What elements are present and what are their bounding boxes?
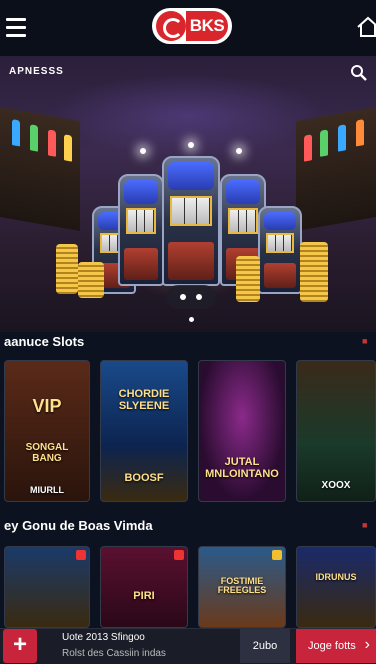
coin-stack — [300, 242, 328, 302]
coin-stack — [78, 262, 104, 298]
game-art-text: FOSTIMIE FREEGLES — [217, 576, 267, 596]
new-badge — [76, 550, 86, 560]
slot-machine — [118, 174, 164, 286]
game-art-text: JUTAL MNLOINTANO — [205, 456, 279, 480]
bottle — [304, 134, 312, 162]
section-more-icon[interactable]: ■ — [362, 520, 374, 530]
game-art-subtext: SONGAL BANG — [25, 442, 69, 464]
section-more-icon[interactable]: ■ — [362, 336, 374, 346]
carousel-indicator-dot[interactable] — [189, 317, 194, 322]
hero-banner[interactable]: APNESSS — [0, 56, 376, 332]
game-card[interactable]: PIRI — [100, 546, 188, 628]
bottom-bar: + Uote 2013 Sfingoo Rolst des Cassiin in… — [0, 628, 376, 664]
new-badge — [272, 550, 282, 560]
top-bar: BKS — [0, 0, 376, 56]
light — [140, 148, 146, 154]
promo-text-line2: Rolst des Cassiin indas — [62, 648, 166, 659]
search-icon-svg — [351, 65, 367, 81]
game-card[interactable]: FOSTIMIE FREEGLES — [198, 546, 286, 628]
game-art-text: VIP — [32, 396, 62, 416]
add-button[interactable]: + — [3, 629, 37, 663]
bottle — [338, 124, 346, 152]
secondary-button[interactable]: 2ubo — [240, 629, 290, 663]
bar-shelf-right — [296, 106, 376, 232]
bottle — [48, 129, 56, 157]
bottle — [12, 119, 20, 147]
game-card[interactable]: CHORDIE SLYEENE BOOSF — [100, 360, 188, 502]
search-icon[interactable] — [350, 64, 368, 82]
cta-button[interactable]: Joge fotts — [296, 629, 376, 663]
bottle — [30, 124, 38, 152]
game-art-text: PIRI — [133, 590, 155, 602]
coin-stack — [236, 256, 260, 302]
game-card[interactable]: IDRUNUS — [296, 546, 376, 628]
coin-stack — [56, 244, 78, 294]
game-card[interactable] — [4, 546, 90, 628]
hamburger-menu-icon[interactable] — [6, 18, 26, 37]
game-art-text: IDRUNUS — [315, 572, 357, 582]
bottle — [64, 134, 72, 162]
brand-logo[interactable]: BKS — [152, 8, 232, 44]
menu-line — [6, 18, 26, 21]
bottle — [320, 129, 328, 157]
hero-title: APNESSS — [9, 66, 64, 77]
bottle — [356, 119, 364, 147]
home-icon-svg — [357, 16, 376, 37]
light — [236, 148, 242, 154]
slot-machine-center — [162, 156, 220, 286]
section-title-games: ey Gonu de Boas Vimda — [4, 518, 153, 533]
logo-mark-icon — [156, 11, 186, 41]
control-dot — [196, 294, 202, 300]
slot-machine — [258, 206, 302, 294]
menu-line — [6, 26, 26, 29]
bar-shelf-left — [0, 106, 80, 232]
logo-text: BKS — [186, 11, 228, 41]
game-label: MIURLL — [30, 485, 64, 495]
control-dot — [180, 294, 186, 300]
section-title-slots: aanuce Slots — [4, 334, 85, 349]
new-badge — [174, 550, 184, 560]
game-card[interactable]: XOOX — [296, 360, 376, 502]
promo-text-line1: Uote 2013 Sfingoo — [62, 632, 145, 643]
game-card[interactable]: VIP SONGAL BANG MIURLL — [4, 360, 90, 502]
game-art-text: CHORDIE SLYEENE — [118, 388, 170, 412]
carousel-pause-icon[interactable] — [166, 285, 216, 309]
light — [188, 142, 194, 148]
game-art-subtext: BOOSF — [124, 472, 164, 484]
game-card[interactable]: JUTAL MNLOINTANO — [198, 360, 286, 502]
home-icon[interactable] — [356, 16, 376, 38]
game-label: XOOX — [321, 480, 351, 491]
menu-line — [6, 34, 26, 37]
